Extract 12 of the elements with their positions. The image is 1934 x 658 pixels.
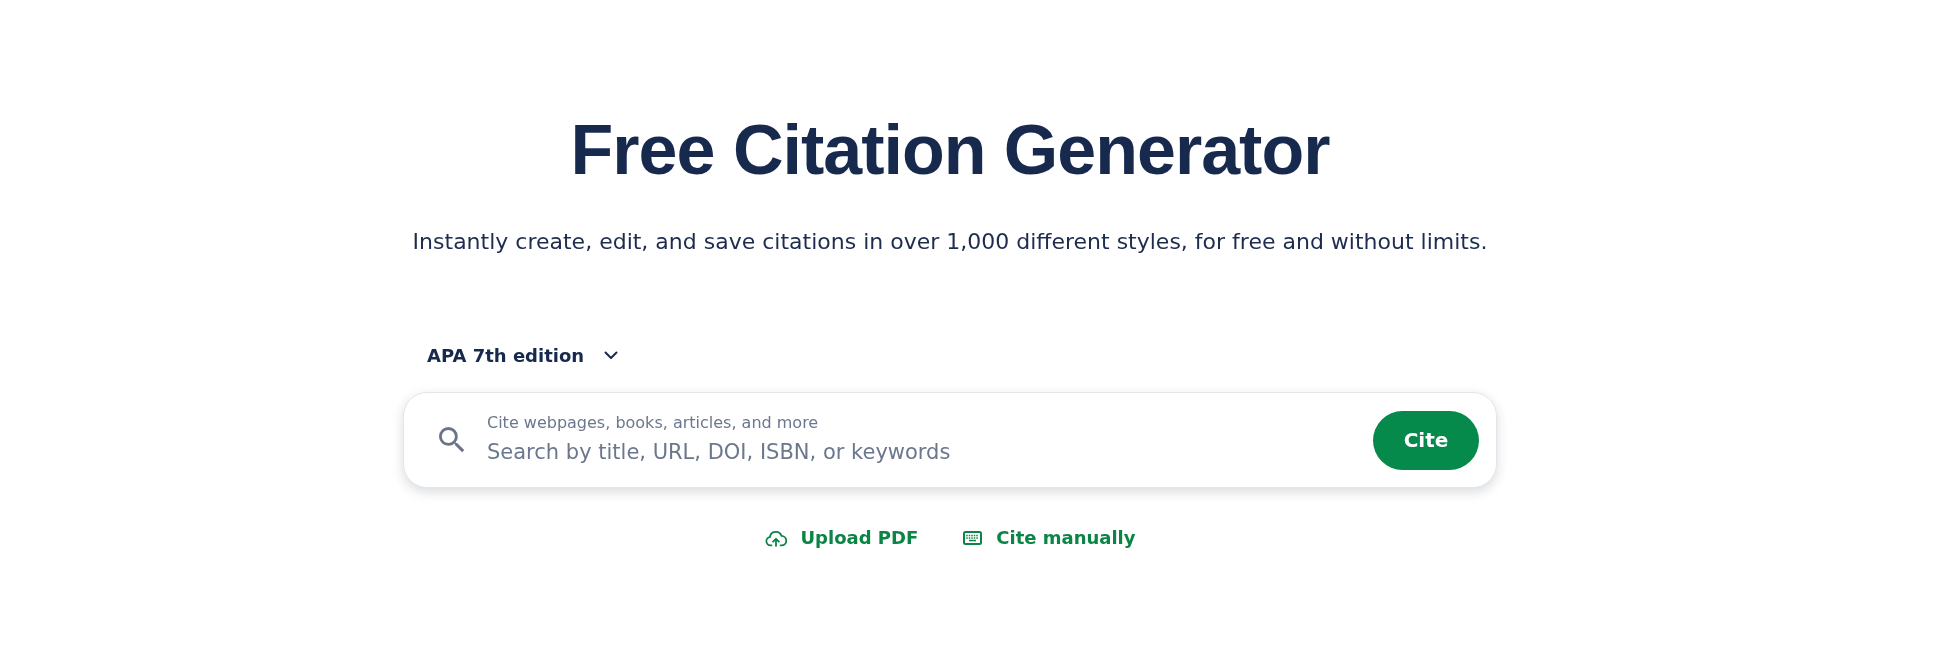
page-title: Free Citation Generator xyxy=(570,110,1330,191)
search-icon xyxy=(439,427,465,453)
cite-manually-link[interactable]: Cite manually xyxy=(963,523,1136,553)
citation-style-dropdown[interactable]: APA 7th edition xyxy=(427,340,619,370)
search-input[interactable]: Search by title, URL, DOI, ISBN, or keywords xyxy=(487,437,1207,467)
chevron-down-icon xyxy=(604,350,619,360)
cloud-upload-icon xyxy=(764,529,787,547)
keyboard-icon xyxy=(963,531,983,545)
field-label: Cite webpages, books, articles, and more xyxy=(487,413,820,433)
cite-button[interactable]: Cite xyxy=(1373,410,1479,470)
page-subtitle: Instantly create, edit, and save citations in over 1,000 different styles, for free and without limits. xyxy=(412,228,1488,256)
upload-pdf-link[interactable]: Upload PDF xyxy=(764,523,919,553)
